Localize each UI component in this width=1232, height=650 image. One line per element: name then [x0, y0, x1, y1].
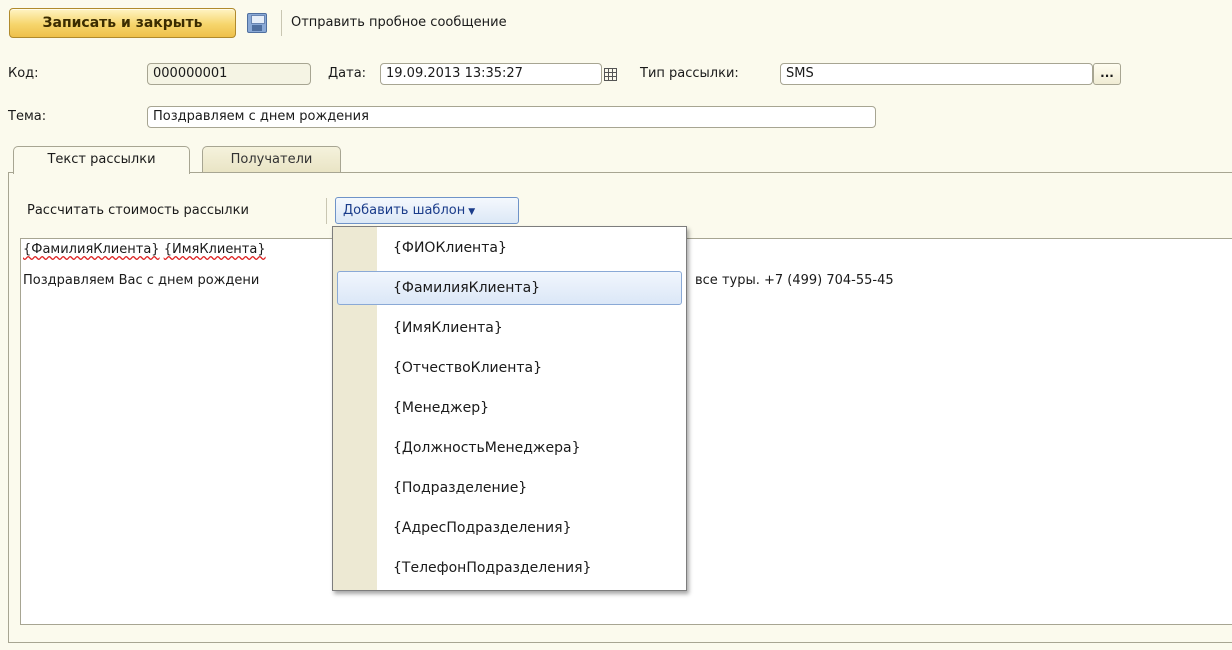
menu-item-label: {ФамилияКлиента} [393, 280, 541, 296]
menu-item-department-phone[interactable]: {ТелефонПодразделения} [333, 548, 686, 588]
calendar-icon [603, 67, 617, 81]
code-label: Код: [8, 66, 39, 81]
calendar-button[interactable] [600, 63, 620, 85]
panel-toolbar-separator [326, 198, 327, 224]
mailing-type-field[interactable]: SMS [780, 63, 1093, 85]
send-test-message-button[interactable]: Отправить пробное сообщение [291, 13, 507, 33]
editor-line-2b: все туры. +7 (499) 704-55-45 [695, 273, 894, 288]
menu-item-department[interactable]: {Подразделение} [333, 468, 686, 508]
mailing-type-label: Тип рассылки: [640, 66, 739, 81]
menu-item-fio[interactable]: {ФИОКлиента} [333, 228, 686, 268]
menu-item-label: {АдресПодразделения} [393, 520, 572, 536]
menu-item-last-name[interactable]: {ФамилияКлиента} [333, 268, 686, 308]
menu-item-label: {ДолжностьМенеджера} [393, 440, 581, 456]
tab-recipients[interactable]: Получатели [202, 146, 341, 173]
code-field[interactable]: 000000001 [147, 63, 311, 85]
menu-item-label: {ТелефонПодразделения} [393, 560, 592, 576]
menu-item-manager[interactable]: {Менеджер} [333, 388, 686, 428]
date-field[interactable]: 19.09.2013 13:35:27 [380, 63, 602, 85]
template-dropdown-menu: {ФИОКлиента} {ФамилияКлиента} {ИмяКлиент… [332, 226, 687, 591]
menu-item-first-name[interactable]: {ИмяКлиента} [333, 308, 686, 348]
calculate-cost-button[interactable]: Рассчитать стоимость рассылки [27, 200, 249, 222]
menu-item-patronymic[interactable]: {ОтчествоКлиента} [333, 348, 686, 388]
chevron-down-icon: ▼ [468, 207, 476, 217]
menu-item-department-address[interactable]: {АдресПодразделения} [333, 508, 686, 548]
menu-item-label: {ИмяКлиента} [393, 320, 503, 336]
add-template-label: Добавить шаблон [343, 203, 466, 218]
select-mailing-type-button[interactable]: ... [1093, 63, 1121, 85]
save-and-close-button[interactable]: Записать и закрыть [9, 8, 236, 38]
subject-field[interactable]: Поздравляем с днем рождения [147, 106, 876, 128]
menu-item-manager-position[interactable]: {ДолжностьМенеджера} [333, 428, 686, 468]
editor-token: {ИмяКлиента} [163, 242, 266, 257]
tab-mailing-text[interactable]: Текст рассылки [13, 146, 190, 174]
menu-item-label: {ОтчествоКлиента} [393, 360, 543, 376]
editor-token: {ФамилияКлиента} [23, 242, 160, 257]
date-label: Дата: [328, 66, 367, 81]
toolbar-separator [281, 10, 282, 36]
editor-line-2a: Поздравляем Вас с днем рождени [23, 273, 260, 288]
menu-item-label: {Подразделение} [393, 480, 528, 496]
editor-line-1: {ФамилияКлиента} {ИмяКлиента} [23, 242, 266, 258]
add-template-button[interactable]: Добавить шаблон ▼ [335, 197, 519, 224]
subject-label: Тема: [8, 109, 47, 124]
menu-item-label: {Менеджер} [393, 400, 490, 416]
menu-item-label: {ФИОКлиента} [393, 240, 507, 256]
floppy-disk-icon[interactable] [247, 13, 267, 33]
